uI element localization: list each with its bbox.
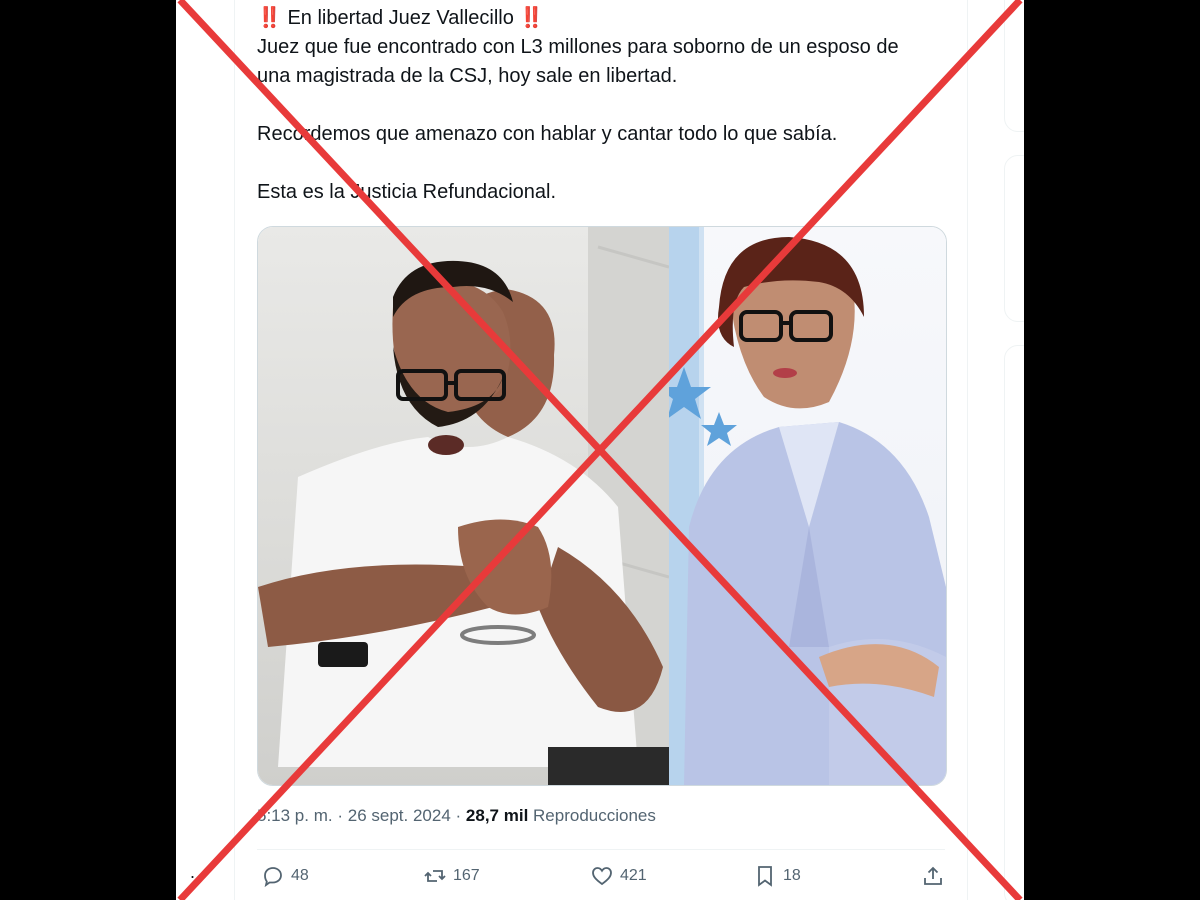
meta-separator: · — [455, 806, 462, 825]
tweet-body-line-1: Juez que fue encontrado con L3 millones … — [257, 36, 899, 58]
tweet-meta: 5:13 p. m. · 26 sept. 2024 · 28,7 mil Re… — [257, 806, 656, 826]
like-count: 421 — [620, 867, 647, 884]
bookmark-icon — [758, 866, 772, 887]
bookmark-button[interactable]: 18 — [753, 864, 801, 888]
tweet-card: ‼️ En libertad Juez Vallecillo ‼️ Juez q… — [234, 0, 968, 900]
tweet-time[interactable]: 5:13 p. m. — [257, 806, 333, 825]
sidebar-widget-middle — [1004, 155, 1024, 322]
more-options[interactable]: ... — [190, 862, 208, 883]
reply-button[interactable]: 48 — [261, 864, 309, 888]
repost-icon — [424, 870, 446, 882]
sidebar-widget-top — [1004, 0, 1024, 132]
sidebar-widget-bottom — [1004, 345, 1024, 900]
tweet-body-line-2: una magistrada de la CSJ, hoy sale en li… — [257, 65, 678, 87]
photo-woman-magistrate[interactable] — [669, 227, 946, 785]
tweet-paragraph-2: Recordemos que amenazo con hablar y cant… — [257, 123, 838, 145]
views-label: Reproducciones — [533, 806, 656, 825]
tweet-title-line: ‼️ En libertad Juez Vallecillo ‼️ — [257, 7, 545, 29]
bookmark-count: 18 — [783, 867, 801, 884]
tweet-text: ‼️ En libertad Juez Vallecillo ‼️ Juez q… — [257, 4, 957, 207]
reply-count: 48 — [291, 867, 309, 884]
like-icon — [592, 867, 612, 886]
repost-button[interactable]: 167 — [423, 864, 480, 888]
tweet-date[interactable]: 26 sept. 2024 — [348, 806, 451, 825]
views-count: 28,7 mil — [465, 806, 529, 825]
share-button[interactable] — [921, 864, 945, 888]
page: ‼️ En libertad Juez Vallecillo ‼️ Juez q… — [176, 0, 1024, 900]
repost-count: 167 — [453, 867, 480, 884]
meta-separator: · — [337, 806, 344, 825]
action-bar: 48 167 421 18 — [257, 864, 957, 894]
reply-icon — [264, 867, 282, 888]
photo-man-handcuffed[interactable] — [258, 227, 669, 785]
tweet-paragraph-3: Esta es la Justicia Refundacional. — [257, 181, 557, 203]
like-button[interactable]: 421 — [590, 864, 647, 888]
tweet-media[interactable] — [257, 226, 947, 786]
divider — [257, 849, 945, 850]
share-icon — [924, 866, 942, 885]
